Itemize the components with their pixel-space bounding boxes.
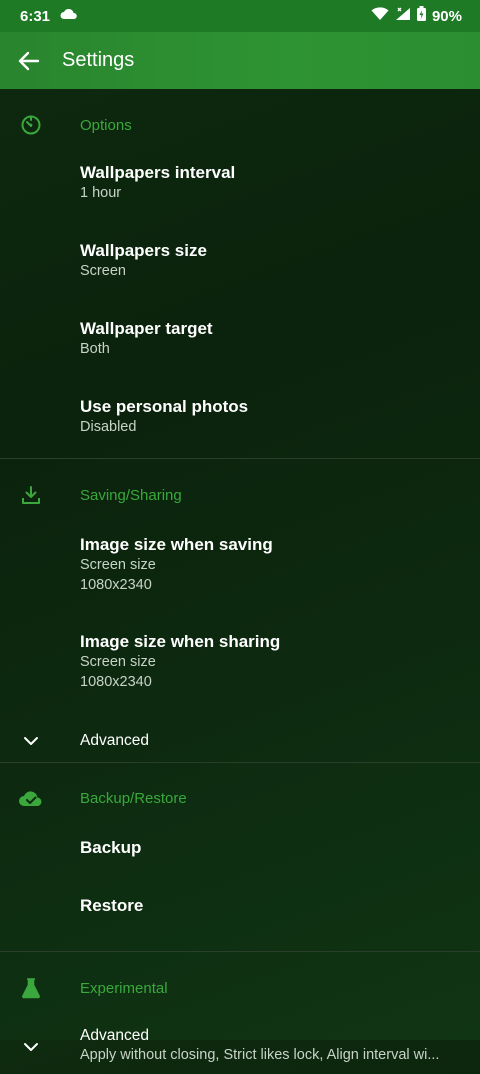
pref-title: Use personal photos: [80, 397, 249, 416]
flask-icon: [18, 975, 44, 1001]
advanced-label: Advanced: [80, 732, 149, 749]
pref-summary: Both: [80, 341, 110, 357]
arrow-back-icon: [18, 51, 40, 70]
pref-title: Image size when sharing: [80, 632, 281, 651]
pref-detail: 1080x2340: [80, 674, 152, 690]
pref-title: Wallpaper target: [80, 319, 213, 338]
pref-wallpapers-interval[interactable]: Wallpapers interval 1 hour: [0, 161, 480, 239]
timer-icon: [18, 112, 44, 138]
experimental-advanced-row[interactable]: Advanced Apply without closing, Strict l…: [0, 1024, 480, 1074]
pref-image-size-sharing[interactable]: Image size when sharing Screen size 1080…: [0, 628, 480, 720]
cloud-check-icon: [18, 785, 44, 811]
pref-summary: Screen size: [80, 654, 156, 670]
advanced-summary: Apply without closing, Strict likes lock…: [80, 1047, 440, 1063]
battery-percent: 90%: [431, 7, 462, 25]
chevron-down-icon: [20, 730, 42, 752]
advanced-label: Advanced: [80, 1027, 149, 1044]
pref-summary: Screen: [80, 263, 126, 279]
pref-image-size-saving[interactable]: Image size when saving Screen size 1080x…: [0, 531, 480, 628]
chevron-down-icon: [20, 1036, 42, 1058]
pref-summary: 1 hour: [80, 185, 122, 201]
pref-summary: Disabled: [80, 419, 137, 435]
signal-icon: [395, 7, 411, 26]
section-header-saving: Saving/Sharing: [0, 459, 480, 531]
section-title: Options: [80, 116, 132, 134]
pref-title: Backup: [80, 838, 142, 857]
saving-advanced-row[interactable]: Advanced: [0, 720, 480, 762]
section-header-backup: Backup/Restore: [0, 763, 480, 833]
pref-title: Restore: [80, 896, 144, 915]
section-title: Backup/Restore: [80, 789, 187, 807]
pref-detail: 1080x2340: [80, 577, 152, 593]
status-time: 6:31: [20, 7, 51, 25]
section-header-experimental: Experimental: [0, 952, 480, 1024]
pref-wallpapers-size[interactable]: Wallpapers size Screen: [0, 239, 480, 317]
section-header-options: Options: [0, 89, 480, 161]
pref-title: Wallpapers size: [80, 241, 207, 260]
cloud-icon: [60, 7, 78, 25]
status-bar: 6:31 90%: [0, 0, 480, 32]
app-bar: Settings: [0, 32, 480, 89]
page-title: Settings: [62, 49, 135, 71]
wifi-icon: [371, 6, 389, 26]
download-icon: [18, 482, 44, 508]
pref-title: Image size when saving: [80, 535, 273, 554]
pref-backup[interactable]: Backup: [0, 833, 480, 891]
back-button[interactable]: [16, 48, 42, 74]
pref-summary: Screen size: [80, 557, 156, 573]
pref-wallpaper-target[interactable]: Wallpaper target Both: [0, 317, 480, 395]
section-title: Saving/Sharing: [80, 486, 182, 504]
pref-use-personal-photos[interactable]: Use personal photos Disabled: [0, 395, 480, 458]
battery-icon: [416, 6, 426, 26]
pref-title: Wallpapers interval: [80, 163, 236, 182]
section-title: Experimental: [80, 979, 168, 997]
settings-list: Options Wallpapers interval 1 hour Wallp…: [0, 89, 480, 1074]
pref-restore[interactable]: Restore: [0, 891, 480, 951]
